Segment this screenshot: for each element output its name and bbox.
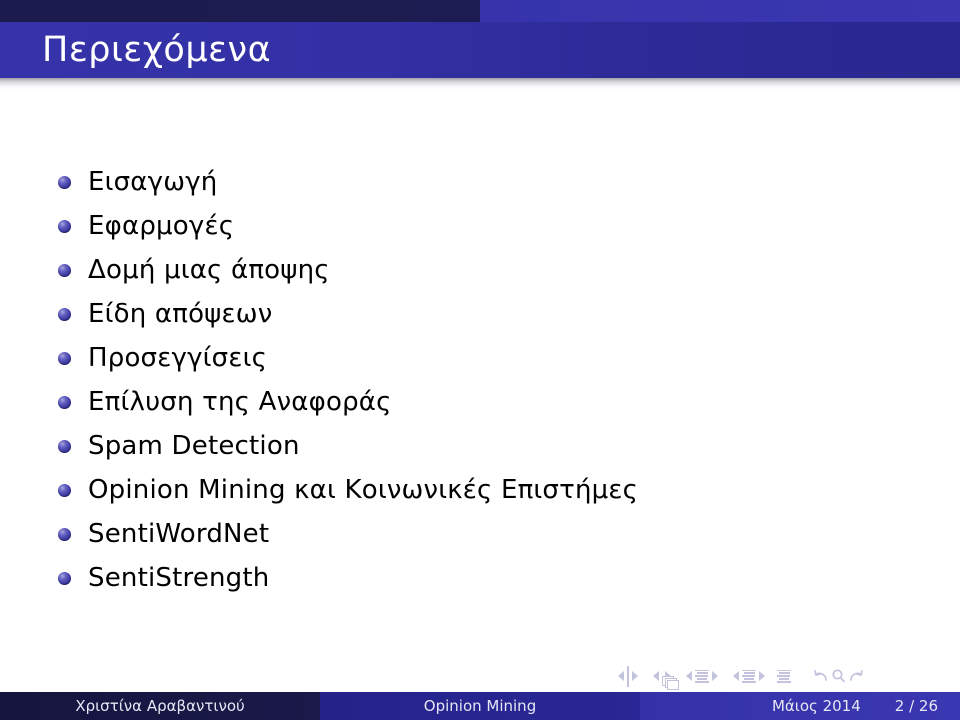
slide-header: Περιεχόμενα: [0, 0, 960, 78]
header-top-strip: [0, 0, 960, 22]
previous-section-icon[interactable]: [733, 671, 739, 681]
beamer-navigation-bar[interactable]: [615, 664, 945, 690]
slide-content: Εισαγωγή Εφαρμογές Δομή μιας άποψης Είδη…: [0, 160, 960, 600]
page-title: Περιεχόμενα: [42, 29, 272, 70]
list-item-label: Spam Detection: [88, 431, 300, 461]
list-item-label: SentiWordNet: [88, 519, 270, 549]
list-item[interactable]: Προσεγγίσεις: [0, 336, 960, 380]
list-item[interactable]: Εισαγωγή: [0, 160, 960, 204]
list-item-label: Επίλυση της Αναφοράς: [88, 387, 392, 417]
footer-date: Μάιος 2014: [771, 697, 861, 715]
header-top-strip-right: [480, 0, 960, 22]
search-icon[interactable]: [830, 668, 847, 684]
list-item[interactable]: Δομή μιας άποψης: [0, 248, 960, 292]
bullet-ball-icon: [58, 219, 71, 233]
bullet-ball-icon: [58, 527, 71, 541]
bullet-ball-icon: [58, 483, 71, 497]
slide-navigation-icon[interactable]: [627, 665, 629, 687]
bullet-ball-icon: [58, 571, 71, 585]
previous-slide-icon[interactable]: [618, 671, 624, 681]
table-of-contents-list: Εισαγωγή Εφαρμογές Δομή μιας άποψης Είδη…: [0, 160, 960, 600]
list-item[interactable]: Spam Detection: [0, 424, 960, 468]
document-navigation-icon[interactable]: [777, 669, 791, 683]
header-title-bar: Περιεχόμενα: [0, 22, 960, 78]
list-item[interactable]: SentiWordNet: [0, 512, 960, 556]
list-item[interactable]: Opinion Mining και Κοινωνικές Επιστήμες: [0, 468, 960, 512]
list-item-label: Είδη απόψεων: [88, 299, 273, 329]
slide-footer: Χριστίνα Αραβαντινού Opinion Mining Μάιο…: [0, 692, 960, 720]
header-drop-shadow: [0, 78, 960, 90]
frame-navigation-group[interactable]: [650, 671, 679, 690]
list-item-label: Opinion Mining και Κοινωνικές Επιστήμες: [88, 475, 639, 505]
header-top-strip-left: [0, 0, 480, 22]
list-item-label: Εισαγωγή: [88, 167, 218, 197]
presentation-slide: Περιεχόμενα Εισαγωγή Εφαρμογές Δομή μιας…: [0, 0, 960, 720]
list-item[interactable]: Επίλυση της Αναφοράς: [0, 380, 960, 424]
subsection-navigation-icon[interactable]: [695, 669, 709, 683]
section-navigation-icon[interactable]: [742, 669, 756, 683]
list-item-label: Προσεγγίσεις: [88, 343, 268, 373]
footer-page-number: 2 / 26: [894, 697, 938, 715]
list-item[interactable]: Είδη απόψεων: [0, 292, 960, 336]
footer-title: Opinion Mining: [320, 692, 640, 720]
bullet-ball-icon: [58, 263, 71, 277]
bullet-ball-icon: [58, 439, 71, 453]
history-navigation-group[interactable]: [813, 668, 864, 684]
footer-meta: Μάιος 2014 2 / 26: [640, 692, 960, 720]
next-slide-icon[interactable]: [632, 671, 638, 681]
document-navigation-group[interactable]: [777, 669, 791, 683]
footer-author: Χριστίνα Αραβαντινού: [0, 692, 320, 720]
bullet-ball-icon: [58, 395, 71, 409]
section-navigation-group[interactable]: [730, 669, 768, 683]
back-icon[interactable]: [813, 668, 830, 684]
previous-frame-icon[interactable]: [653, 671, 659, 681]
bullet-ball-icon: [58, 351, 71, 365]
bullet-ball-icon: [58, 175, 71, 189]
slide-navigation-group[interactable]: [615, 665, 641, 687]
list-item[interactable]: SentiStrength: [0, 556, 960, 600]
bullet-ball-icon: [58, 307, 71, 321]
forward-icon[interactable]: [847, 668, 864, 684]
next-section-icon[interactable]: [759, 671, 765, 681]
previous-subsection-icon[interactable]: [686, 671, 692, 681]
list-item[interactable]: Εφαρμογές: [0, 204, 960, 248]
list-item-label: SentiStrength: [88, 563, 270, 593]
list-item-label: Δομή μιας άποψης: [88, 255, 330, 285]
list-item-label: Εφαρμογές: [88, 211, 235, 241]
next-subsection-icon[interactable]: [712, 671, 718, 681]
subsection-navigation-group[interactable]: [683, 669, 721, 683]
